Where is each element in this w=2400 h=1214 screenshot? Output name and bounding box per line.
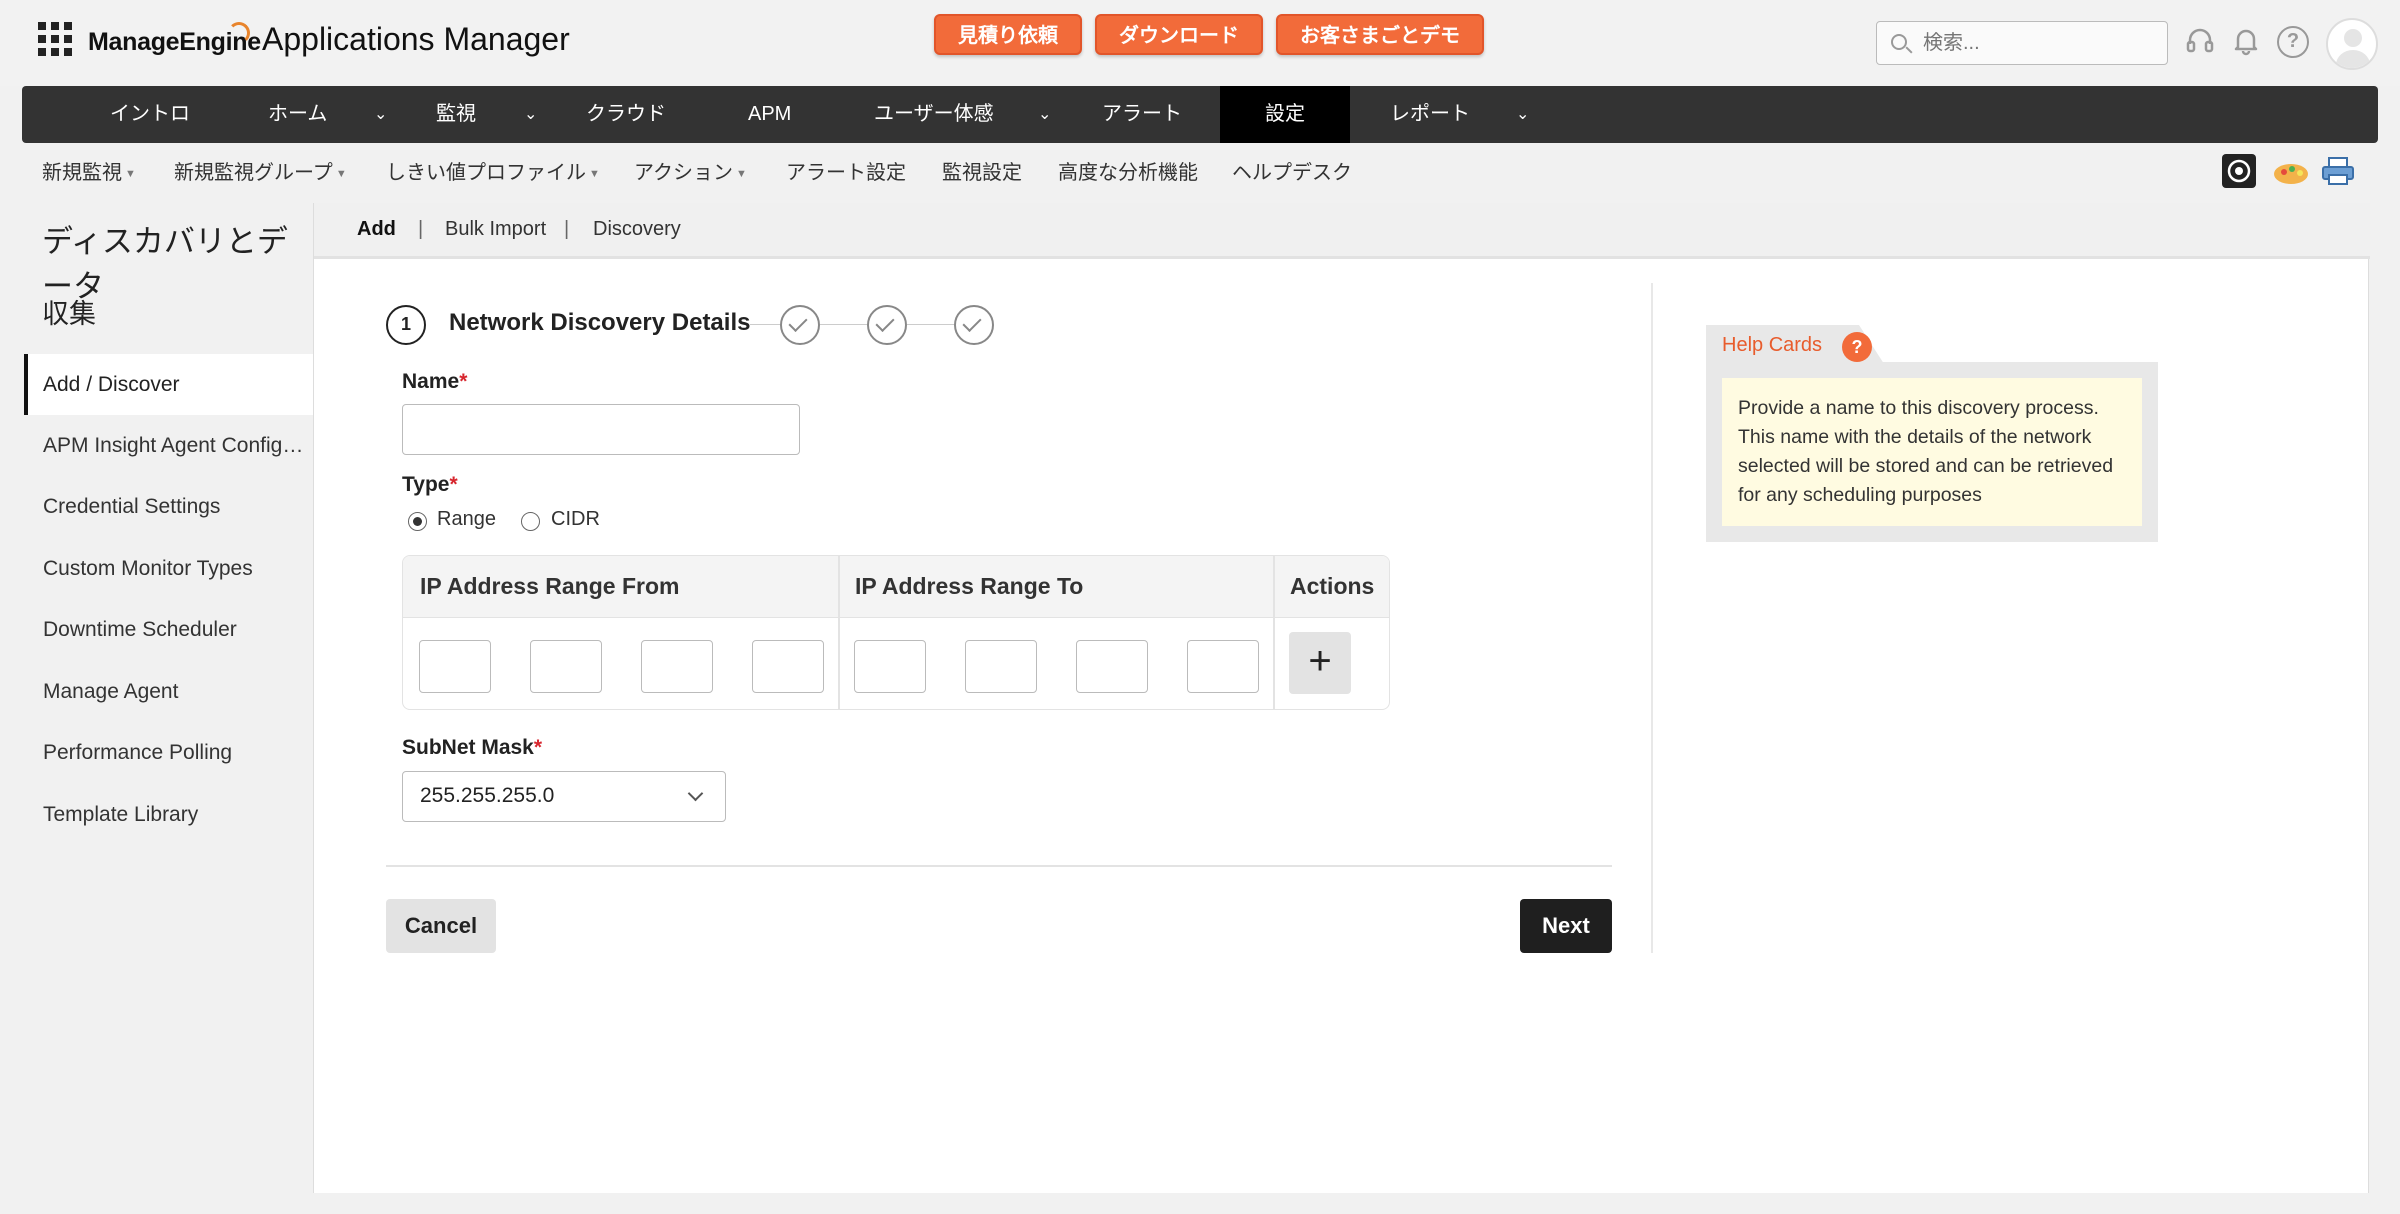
name-label: Name* [402,370,468,393]
aperture-icon[interactable] [2222,154,2256,188]
nav-reports[interactable]: レポート [1390,86,1470,143]
sidebar-item-custom-monitor-types[interactable]: Custom Monitor Types [24,538,313,599]
ip-range-table-header: IP Address Range From IP Address Range T… [403,556,1389,618]
left-sidebar: ディスカバリとデータ 収集 Add / Discover APM Insight… [0,200,313,1214]
type-label: Type* [402,473,458,496]
app-title[interactable]: Applications Manager [262,21,570,58]
step-connector [820,324,867,325]
type-range-radio[interactable] [408,512,427,531]
help-card-question-icon[interactable]: ? [1842,332,1872,362]
search-box[interactable] [1876,21,2168,65]
subnet-mask-select[interactable]: 255.255.255.0 [402,771,726,822]
panel-divider [1651,283,1653,953]
quote-request-button[interactable]: 見積り依頼 [934,14,1082,55]
chevron-down-icon[interactable]: ⌄ [1516,86,1529,143]
name-input[interactable] [402,404,800,455]
form-divider [386,865,1612,867]
nav-intro[interactable]: イントロ [110,86,190,143]
ip-from-octet-4[interactable] [752,640,824,693]
top-header: ManageEngine Applications Manager 見積り依頼 … [0,0,2400,86]
ip-from-octet-2[interactable] [530,640,602,693]
step-connector [907,324,954,325]
chevron-down-icon [687,785,704,802]
nav-user-experience[interactable]: ユーザー体感 [874,86,994,143]
column-divider [838,556,840,709]
subnav-alert-settings[interactable]: アラート設定 [786,156,906,185]
sidebar-item-downtime-scheduler[interactable]: Downtime Scheduler [24,599,313,660]
chevron-down-icon[interactable]: ⌄ [374,86,387,143]
nav-apm[interactable]: APM [748,86,791,143]
type-range-label[interactable]: Range [437,508,496,531]
tab-add[interactable]: Add [357,218,396,241]
brand-swoosh-icon [228,22,250,44]
subnav-helpdesk[interactable]: ヘルプデスク [1232,156,1352,185]
chevron-down-icon[interactable]: ⌄ [1038,86,1051,143]
search-input[interactable] [1923,28,2153,58]
subnav-actions[interactable]: アクション ▼ [634,156,747,185]
nav-monitors[interactable]: 監視 [436,86,476,143]
subnav-monitor-settings[interactable]: 監視設定 [942,156,1022,185]
download-button[interactable]: ダウンロード [1095,14,1263,55]
tab-bar: Add | Bulk Import | Discovery [314,203,2370,259]
printer-icon[interactable] [2320,154,2354,188]
subnav-threshold-profile[interactable]: しきい値プロファイル ▼ [386,156,600,185]
bell-icon[interactable] [2230,26,2262,58]
nav-alerts[interactable]: アラート [1102,86,1182,143]
tab-separator: | [564,218,570,240]
ip-from-octet-3[interactable] [641,640,713,693]
sub-nav: 新規監視 ▼ 新規監視グループ ▼ しきい値プロファイル ▼ アクション ▼ アラート設… [0,148,2400,194]
sidebar-item-add-discover[interactable]: Add / Discover [24,354,313,415]
help-icon[interactable]: ? [2277,26,2309,58]
tab-discovery[interactable]: Discovery [593,218,681,241]
step-1-indicator: 1 [386,305,426,345]
help-card-text: Provide a name to this discovery process… [1722,378,2142,526]
type-cidr-label[interactable]: CIDR [551,508,600,531]
ip-to-octet-3[interactable] [1076,640,1148,693]
col-ip-range-from: IP Address Range From [420,573,680,599]
type-cidr-radio[interactable] [521,512,540,531]
search-icon [1891,34,1907,50]
sidebar-subtitle: 収集 [42,299,96,329]
tab-bulk-import[interactable]: Bulk Import [445,218,546,241]
app-grid-icon[interactable] [38,22,72,56]
sidebar-item-apm-insight-agent-config[interactable]: APM Insight Agent Configuration [24,415,313,476]
step-title: Network Discovery Details [449,309,751,336]
col-actions: Actions [1290,573,1375,599]
nav-home[interactable]: ホーム [268,86,327,143]
ip-to-octet-2[interactable] [965,640,1037,693]
palette-icon[interactable] [2272,154,2308,188]
step-connector [750,324,780,325]
step-3-check-icon [867,305,907,345]
subnav-advanced-analytics[interactable]: 高度な分析機能 [1058,156,1198,185]
sidebar-item-manage-agent[interactable]: Manage Agent [24,661,313,722]
sidebar-item-template-library[interactable]: Template Library [24,784,313,845]
cancel-button[interactable]: Cancel [386,899,496,953]
chevron-down-icon[interactable]: ⌄ [524,86,537,143]
next-button[interactable]: Next [1520,899,1612,953]
subnav-new-monitor[interactable]: 新規監視 ▼ [42,156,136,185]
ip-to-octet-1[interactable] [854,640,926,693]
subnet-mask-value: 255.255.255.0 [420,784,555,807]
col-ip-range-to: IP Address Range To [855,573,1084,599]
nav-cloud[interactable]: クラウド [586,86,666,143]
help-card-title: Help Cards [1722,334,1823,356]
subnav-new-monitor-group[interactable]: 新規監視グループ ▼ [174,156,347,185]
step-4-check-icon [954,305,994,345]
avatar[interactable] [2326,18,2378,70]
tab-separator: | [418,218,424,240]
headset-icon[interactable] [2184,26,2216,58]
sidebar-item-performance-polling[interactable]: Performance Polling [24,722,313,783]
subnet-label: SubNet Mask* [402,736,543,759]
add-range-button[interactable]: + [1289,632,1351,694]
nav-settings[interactable]: 設定 [1220,86,1350,143]
ip-from-octet-1[interactable] [419,640,491,693]
main-nav: イントロ ホーム ⌄ 監視 ⌄ クラウド APM ユーザー体感 ⌄ アラート 設… [22,86,2378,143]
demo-button[interactable]: お客さまごとデモ [1276,14,1484,55]
step-2-check-icon [780,305,820,345]
column-divider [1273,556,1275,709]
ip-to-octet-4[interactable] [1187,640,1259,693]
sidebar-item-credential-settings[interactable]: Credential Settings [24,476,313,537]
